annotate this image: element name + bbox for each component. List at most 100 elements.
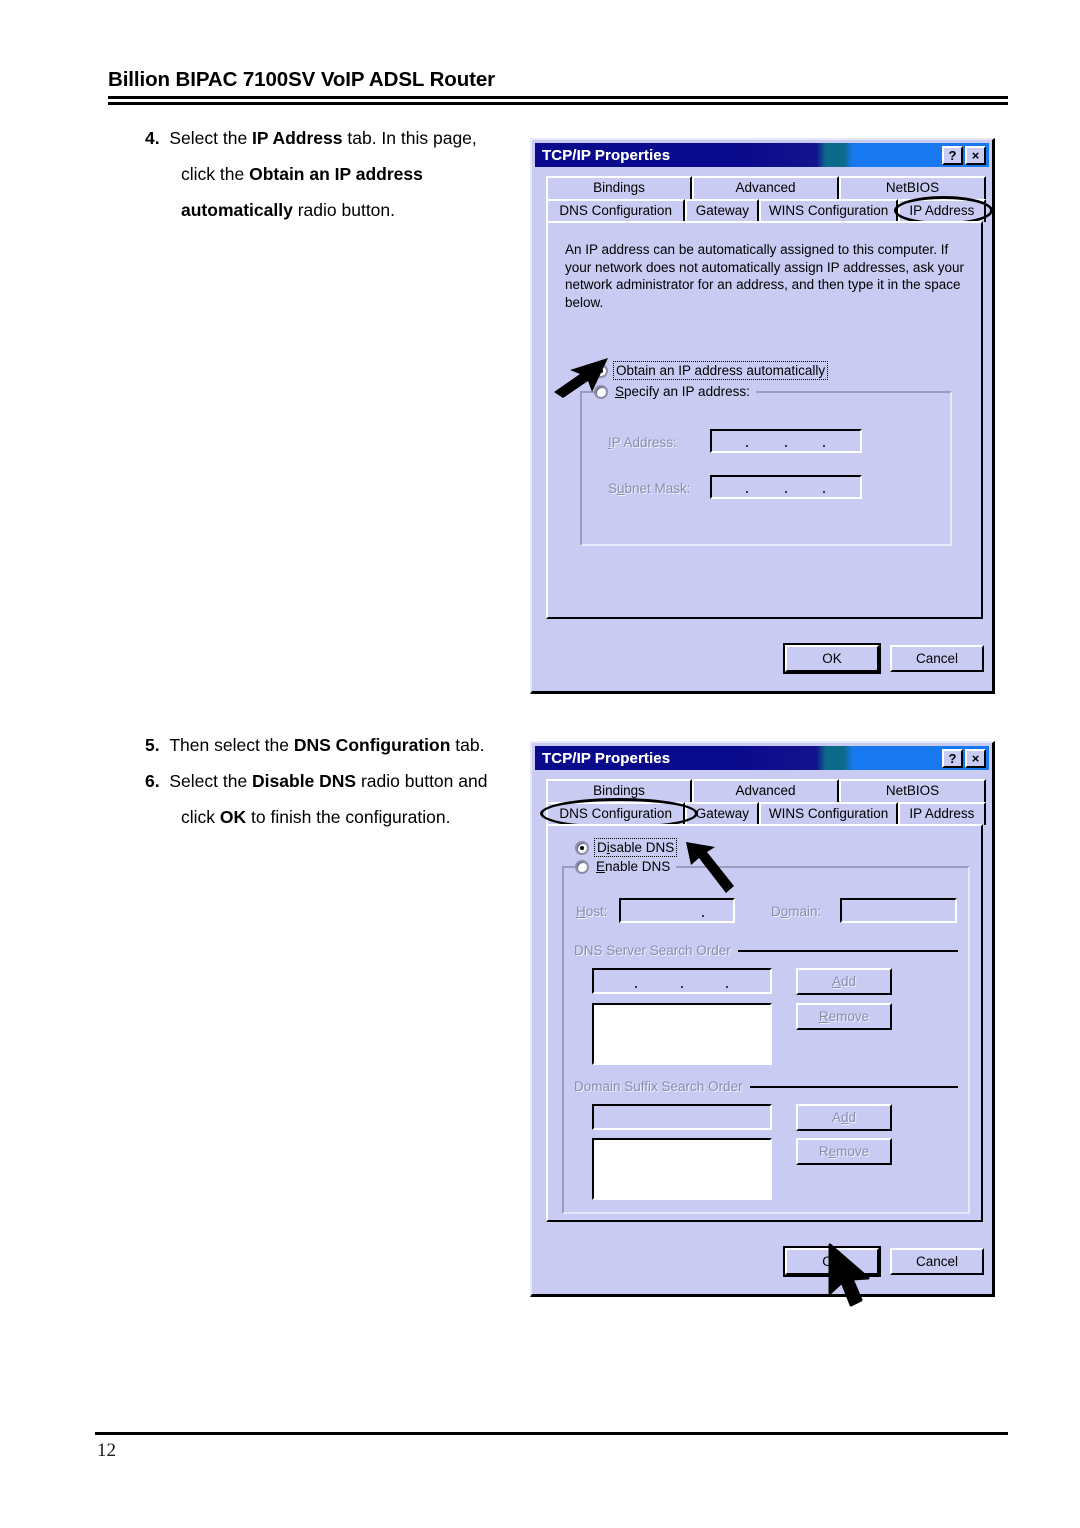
radio-label-enable-dns: Enable DNS <box>596 859 671 874</box>
tab-wins-configuration[interactable]: WINS Configuration <box>759 802 898 825</box>
tab-advanced[interactable]: Advanced <box>692 176 839 199</box>
list-dns-server-search-order[interactable] <box>592 1003 772 1065</box>
dns-separator-1 <box>634 970 639 992</box>
dialog-titlebar[interactable]: TCP/IP Properties ? × <box>535 143 989 167</box>
group-domain-suffix-search-order-label: Domain Suffix Search Order <box>574 1079 743 1094</box>
footer-divider <box>95 1432 1008 1435</box>
tab-bindings[interactable]: Bindings <box>546 176 692 199</box>
group-dns-server-search-order: DNS Server Search Order <box>574 943 958 958</box>
ip-description: An IP address can be automatically assig… <box>565 242 964 310</box>
label-domain: Domain: <box>771 904 822 919</box>
tab-advanced[interactable]: Advanced <box>692 779 839 802</box>
close-icon[interactable]: × <box>965 145 986 165</box>
input-dns-server-ip[interactable] <box>592 968 772 994</box>
tab-row-upper: Bindings Advanced NetBIOS <box>546 176 986 199</box>
step-4-text: Select the IP Address tab. In this page,… <box>169 128 477 220</box>
tab-dns-configuration[interactable]: DNS Configuration <box>546 199 686 222</box>
ip-octet-4[interactable] <box>827 431 860 451</box>
tcpip-properties-dialog-dns: TCP/IP Properties ? × Bindings Advanced … <box>530 741 995 1307</box>
tab-row-upper: Bindings Advanced NetBIOS <box>546 779 986 802</box>
tab-gateway[interactable]: Gateway <box>685 802 760 825</box>
step-5-text: Then select the DNS Configuration tab. <box>169 735 485 755</box>
ip-octet-3[interactable] <box>789 431 822 451</box>
dns-octet-4[interactable] <box>730 970 770 992</box>
tab-wins-configuration[interactable]: WINS Configuration <box>759 199 898 222</box>
page-number: 12 <box>97 1440 116 1461</box>
remove-domain-suffix-button[interactable]: Remove <box>796 1138 892 1165</box>
step-number-6: 6. <box>145 771 160 791</box>
tab-dns-configuration[interactable]: DNS Configuration <box>546 802 686 825</box>
tab-ip-address[interactable]: IP Address <box>897 802 986 825</box>
titlebar-buttons: ? × <box>942 748 989 768</box>
group-dns-server-search-order-label: DNS Server Search Order <box>574 943 731 958</box>
input-domain-suffix[interactable] <box>592 1104 772 1130</box>
list-domain-suffix-search-order[interactable] <box>592 1138 772 1200</box>
subnet-octet-4[interactable] <box>827 477 860 497</box>
add-dns-server-button[interactable]: Add <box>796 968 892 995</box>
group-separator-line <box>749 1085 958 1088</box>
radio-label-specify-ip: Specify an IP address: <box>615 384 750 399</box>
dialog-titlebar[interactable]: TCP/IP Properties ? × <box>535 746 989 770</box>
group-domain-suffix-search-order: Domain Suffix Search Order <box>574 1079 958 1094</box>
titlebar-buttons: ? × <box>942 145 989 165</box>
subnet-separator-2 <box>784 477 789 497</box>
remove-dns-server-button[interactable]: Remove <box>796 1003 892 1030</box>
page-header: Billion BIPAC 7100SV VoIP ADSL Router <box>108 68 1008 92</box>
input-subnet-mask[interactable] <box>710 475 862 499</box>
radio-specify-ip-address[interactable]: Specify an IP address: <box>594 384 756 399</box>
tab-netbios[interactable]: NetBIOS <box>839 176 986 199</box>
ok-button[interactable]: OK <box>785 645 879 672</box>
header-divider-bottom <box>108 102 1008 105</box>
cancel-button[interactable]: Cancel <box>890 1248 984 1275</box>
radio-obtain-ip-automatically[interactable]: Obtain an IP address automatically <box>594 361 829 380</box>
subnet-octet-3[interactable] <box>789 477 822 497</box>
subnet-octet-2[interactable] <box>750 477 783 497</box>
tab-page-ip-address: An IP address can be automatically assig… <box>546 221 983 619</box>
remove-dns-server-label: Remove <box>818 1008 870 1024</box>
ip-separator-3 <box>822 431 827 451</box>
radio-label-disable-dns: Disable DNS <box>593 838 678 857</box>
ip-separator-1 <box>745 431 750 451</box>
tab-row-lower: DNS Configuration Gateway WINS Configura… <box>546 199 986 222</box>
remove-domain-suffix-label: Remove <box>818 1143 870 1159</box>
radio-enable-dns[interactable]: Enable DNS <box>575 859 677 874</box>
ok-button[interactable]: OK <box>785 1248 879 1275</box>
dns-octet-3[interactable] <box>685 970 725 992</box>
cancel-button[interactable]: Cancel <box>890 645 984 672</box>
input-host[interactable] <box>619 898 735 923</box>
radio-disable-dns[interactable]: Disable DNS <box>575 838 678 857</box>
tab-bindings[interactable]: Bindings <box>546 779 692 802</box>
tab-row-lower: DNS Configuration Gateway WINS Configura… <box>546 802 986 825</box>
radio-icon-disable-dns[interactable] <box>575 840 589 855</box>
dialog-title: TCP/IP Properties <box>542 749 671 767</box>
radio-icon-enable-dns[interactable] <box>575 859 589 874</box>
help-button[interactable]: ? <box>942 145 963 165</box>
radio-label-obtain-auto: Obtain an IP address automatically <box>612 361 829 380</box>
tab-ip-address[interactable]: IP Address <box>897 199 986 222</box>
input-domain[interactable] <box>840 898 957 923</box>
dialog-title: TCP/IP Properties <box>542 146 671 164</box>
close-icon[interactable]: × <box>965 748 986 768</box>
radio-icon-obtain-auto[interactable] <box>594 363 608 378</box>
ip-octet-2[interactable] <box>750 431 783 451</box>
add-domain-suffix-label: Add <box>831 1109 857 1125</box>
help-button[interactable]: ? <box>942 748 963 768</box>
label-ip-address: IP Address: <box>608 435 677 450</box>
add-domain-suffix-button[interactable]: Add <box>796 1104 892 1131</box>
subnet-separator-1 <box>745 477 750 497</box>
subnet-octet-1[interactable] <box>712 477 745 497</box>
input-ip-address[interactable] <box>710 429 862 453</box>
radio-icon-specify-ip[interactable] <box>594 384 608 399</box>
tab-gateway[interactable]: Gateway <box>685 199 760 222</box>
dns-octet-2[interactable] <box>639 970 679 992</box>
header-divider-top <box>108 96 1008 99</box>
tab-netbios[interactable]: NetBIOS <box>839 779 986 802</box>
step-number-5: 5. <box>145 735 160 755</box>
tab-page-dns-configuration: Disable DNS Enable DNS Host: Domain: DNS… <box>546 824 983 1222</box>
instruction-step-5-6: 5. Then select the DNS Configuration tab… <box>145 727 515 835</box>
group-separator-line <box>737 949 958 952</box>
dns-separator-2 <box>680 970 685 992</box>
ip-octet-1[interactable] <box>712 431 745 451</box>
tcpip-properties-dialog-ip: TCP/IP Properties ? × Bindings Advanced … <box>530 138 995 694</box>
dns-octet-1[interactable] <box>594 970 634 992</box>
